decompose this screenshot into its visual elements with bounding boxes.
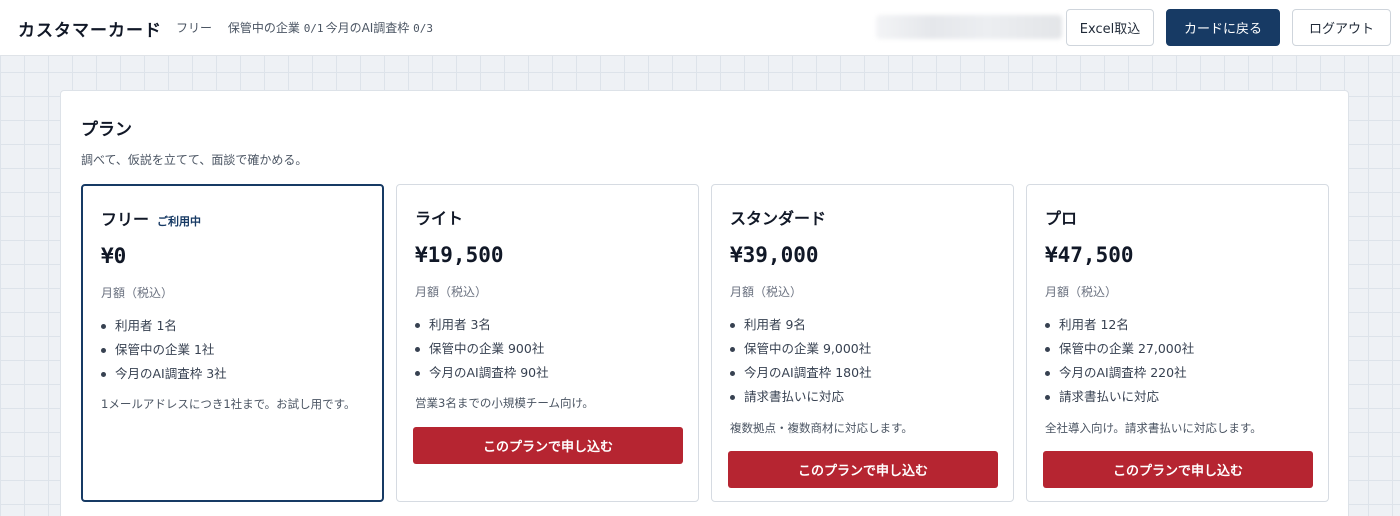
plan-name-text: スタンダード bbox=[730, 209, 827, 228]
plan-name: ライト bbox=[415, 205, 463, 229]
current-plan-label: フリー bbox=[176, 21, 213, 35]
plan-feature: 利用者 1名 bbox=[101, 316, 227, 340]
apply-plan-button[interactable]: このプランで申し込む bbox=[1043, 451, 1313, 488]
apply-plan-button[interactable]: このプランで申し込む bbox=[728, 451, 998, 488]
plan-price: ¥19,500 bbox=[415, 243, 504, 267]
plan-feature: 請求書払いに対応 bbox=[730, 387, 872, 411]
plan-period: 月額（税込） bbox=[730, 285, 803, 299]
plan-note: 複数拠点・複数商材に対応します。 bbox=[730, 421, 913, 435]
plan-name-text: フリー bbox=[101, 210, 150, 229]
plan-feature: 利用者 12名 bbox=[1045, 315, 1194, 339]
plan-features: 利用者 1名 保管中の企業 1社 今月のAI調査枠 3社 bbox=[101, 316, 227, 388]
plan-period: 月額（税込） bbox=[1045, 285, 1118, 299]
usage-status: フリー 保管中の企業 0/1 今月のAI調査枠 0/3 bbox=[176, 19, 433, 36]
plan-note: 1メールアドレスにつき1社まで。お試し用です。 bbox=[101, 397, 356, 411]
plan-feature: 今月のAI調査枠 90社 bbox=[415, 363, 549, 387]
companies-usage-count: 0/1 bbox=[303, 22, 324, 35]
app-title: カスタマーカード bbox=[18, 21, 162, 41]
panel-subtitle: 調べて、仮説を立てて、面談で確かめる。 bbox=[81, 153, 308, 167]
ai-usage-label: 今月のAI調査枠 bbox=[325, 21, 410, 35]
top-bar: カスタマーカード フリー 保管中の企業 0/1 今月のAI調査枠 0/3 Exce… bbox=[0, 0, 1400, 56]
plan-name-text: ライト bbox=[415, 209, 464, 228]
plan-price: ¥0 bbox=[101, 244, 127, 268]
plan-feature: 保管中の企業 1社 bbox=[101, 340, 227, 364]
plan-note: 全社導入向け。請求書払いに対応します。 bbox=[1045, 421, 1262, 435]
excel-import-button[interactable]: Excel取込 bbox=[1066, 9, 1154, 46]
plan-period: 月額（税込） bbox=[415, 285, 488, 299]
back-to-card-button[interactable]: カードに戻る bbox=[1166, 9, 1280, 46]
current-plan-badge: ご利用中 bbox=[157, 215, 202, 228]
plan-name: プロ bbox=[1045, 205, 1077, 229]
plan-feature: 今月のAI調査枠 3社 bbox=[101, 364, 227, 388]
plan-price: ¥39,000 bbox=[730, 243, 819, 267]
ai-usage-count: 0/3 bbox=[413, 22, 434, 35]
plan-feature: 保管中の企業 27,000社 bbox=[1045, 339, 1194, 363]
plan-feature: 利用者 9名 bbox=[730, 315, 872, 339]
plan-note: 営業3名までの小規模チーム向け。 bbox=[415, 396, 594, 410]
plan-features: 利用者 3名 保管中の企業 900社 今月のAI調査枠 90社 bbox=[415, 315, 549, 387]
plan-features: 利用者 12名 保管中の企業 27,000社 今月のAI調査枠 220社 請求書… bbox=[1045, 315, 1194, 411]
apply-plan-button[interactable]: このプランで申し込む bbox=[413, 427, 683, 464]
plan-card-light: ライト ¥19,500 月額（税込） 利用者 3名 保管中の企業 900社 今月… bbox=[396, 184, 699, 502]
plan-feature: 保管中の企業 9,000社 bbox=[730, 339, 872, 363]
plan-feature: 今月のAI調査枠 180社 bbox=[730, 363, 872, 387]
panel-title: プラン bbox=[81, 120, 132, 140]
plan-name-text: プロ bbox=[1045, 209, 1078, 228]
plan-panel: プラン 調べて、仮説を立てて、面談で確かめる。 フリー ご利用中 ¥0 月額（税込… bbox=[60, 90, 1349, 516]
plan-card-pro: プロ ¥47,500 月額（税込） 利用者 12名 保管中の企業 27,000社… bbox=[1026, 184, 1329, 502]
plan-features: 利用者 9名 保管中の企業 9,000社 今月のAI調査枠 180社 請求書払い… bbox=[730, 315, 872, 411]
plan-feature: 今月のAI調査枠 220社 bbox=[1045, 363, 1194, 387]
plan-price: ¥47,500 bbox=[1045, 243, 1134, 267]
plan-card-free: フリー ご利用中 ¥0 月額（税込） 利用者 1名 保管中の企業 1社 今月のAI… bbox=[81, 184, 384, 502]
logout-button[interactable]: ログアウト bbox=[1292, 9, 1391, 46]
plan-period: 月額（税込） bbox=[101, 286, 174, 300]
user-account-redacted bbox=[876, 15, 1062, 39]
plan-name: スタンダード bbox=[730, 205, 826, 229]
plan-name: フリー ご利用中 bbox=[101, 206, 201, 230]
plan-feature: 保管中の企業 900社 bbox=[415, 339, 549, 363]
plan-feature: 請求書払いに対応 bbox=[1045, 387, 1194, 411]
plan-feature: 利用者 3名 bbox=[415, 315, 549, 339]
companies-usage-label: 保管中の企業 bbox=[227, 21, 300, 35]
plan-card-standard: スタンダード ¥39,000 月額（税込） 利用者 9名 保管中の企業 9,00… bbox=[711, 184, 1014, 502]
